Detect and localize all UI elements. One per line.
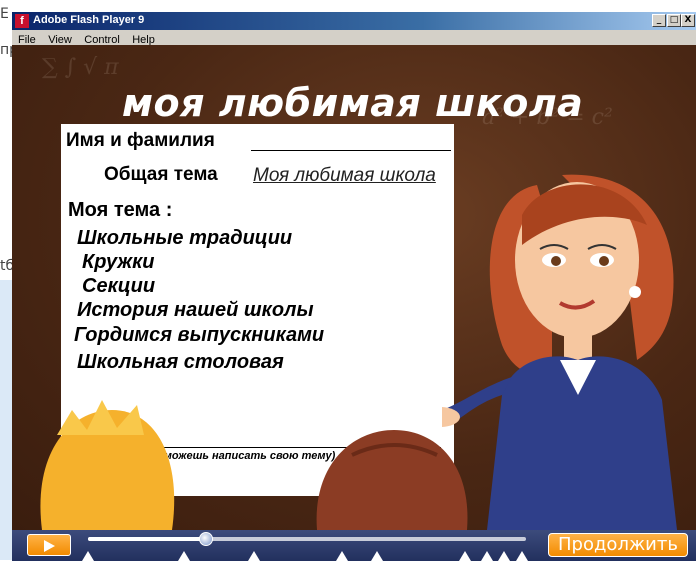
chapter-marker[interactable] xyxy=(458,551,471,561)
player-controls: Продолжить xyxy=(12,530,696,561)
name-label: Имя и фамилия xyxy=(66,130,215,151)
chapter-marker[interactable] xyxy=(178,551,191,561)
chapter-marker[interactable] xyxy=(82,551,94,561)
topic-value: Моя любимая школа xyxy=(253,165,436,186)
progress-track[interactable] xyxy=(88,532,526,546)
topic-label: Общая тема xyxy=(104,164,218,185)
menu-bar: File View Control Help xyxy=(12,30,696,46)
topic-item: История нашей школы xyxy=(77,299,314,321)
flash-stage[interactable]: ∑ ∫ √ π a² + b² = c² △ ◇ ○ моя любимая ш… xyxy=(12,45,696,530)
chapter-marker[interactable] xyxy=(371,551,384,561)
topic-item: Школьные традиции xyxy=(77,227,293,249)
chalk-doodle: ∑ ∫ √ π xyxy=(42,55,119,80)
play-button[interactable] xyxy=(27,534,71,556)
slide-heading: моя любимая школа xyxy=(122,81,584,125)
topic-item: Школьная столовая xyxy=(77,351,284,373)
close-icon[interactable]: X xyxy=(681,14,695,27)
topic-item: Секции xyxy=(82,275,156,297)
topic-item: Гордимся выпускниками xyxy=(74,324,325,346)
topic-item: Кружки xyxy=(82,251,155,273)
chapter-marker[interactable] xyxy=(515,551,528,561)
chapter-marker[interactable] xyxy=(480,551,493,561)
chapter-marker[interactable] xyxy=(498,551,511,561)
flash-icon: f xyxy=(15,14,29,28)
progress-fill xyxy=(88,537,207,541)
teacher-illustration xyxy=(442,174,677,530)
my-topic-label: Моя тема : xyxy=(68,199,173,221)
student-illustration xyxy=(316,430,468,530)
custom-topic-note: ( можешь написать свою тему) xyxy=(157,450,336,462)
title-bar[interactable]: f Adobe Flash Player 9 _ □ X xyxy=(12,12,696,30)
student-illustration xyxy=(40,400,175,530)
background-text: E xyxy=(0,6,9,22)
name-line xyxy=(251,150,451,151)
chapter-marker[interactable] xyxy=(336,551,349,561)
progress-thumb[interactable] xyxy=(199,532,214,546)
flash-player-window: f Adobe Flash Player 9 _ □ X File View C… xyxy=(12,12,696,561)
chapter-marker[interactable] xyxy=(248,551,261,561)
play-icon xyxy=(44,540,55,552)
minimize-icon[interactable]: _ xyxy=(652,14,666,27)
continue-button[interactable]: Продолжить xyxy=(548,533,688,557)
window-title: Adobe Flash Player 9 xyxy=(33,14,145,26)
maximize-icon[interactable]: □ xyxy=(667,14,681,27)
